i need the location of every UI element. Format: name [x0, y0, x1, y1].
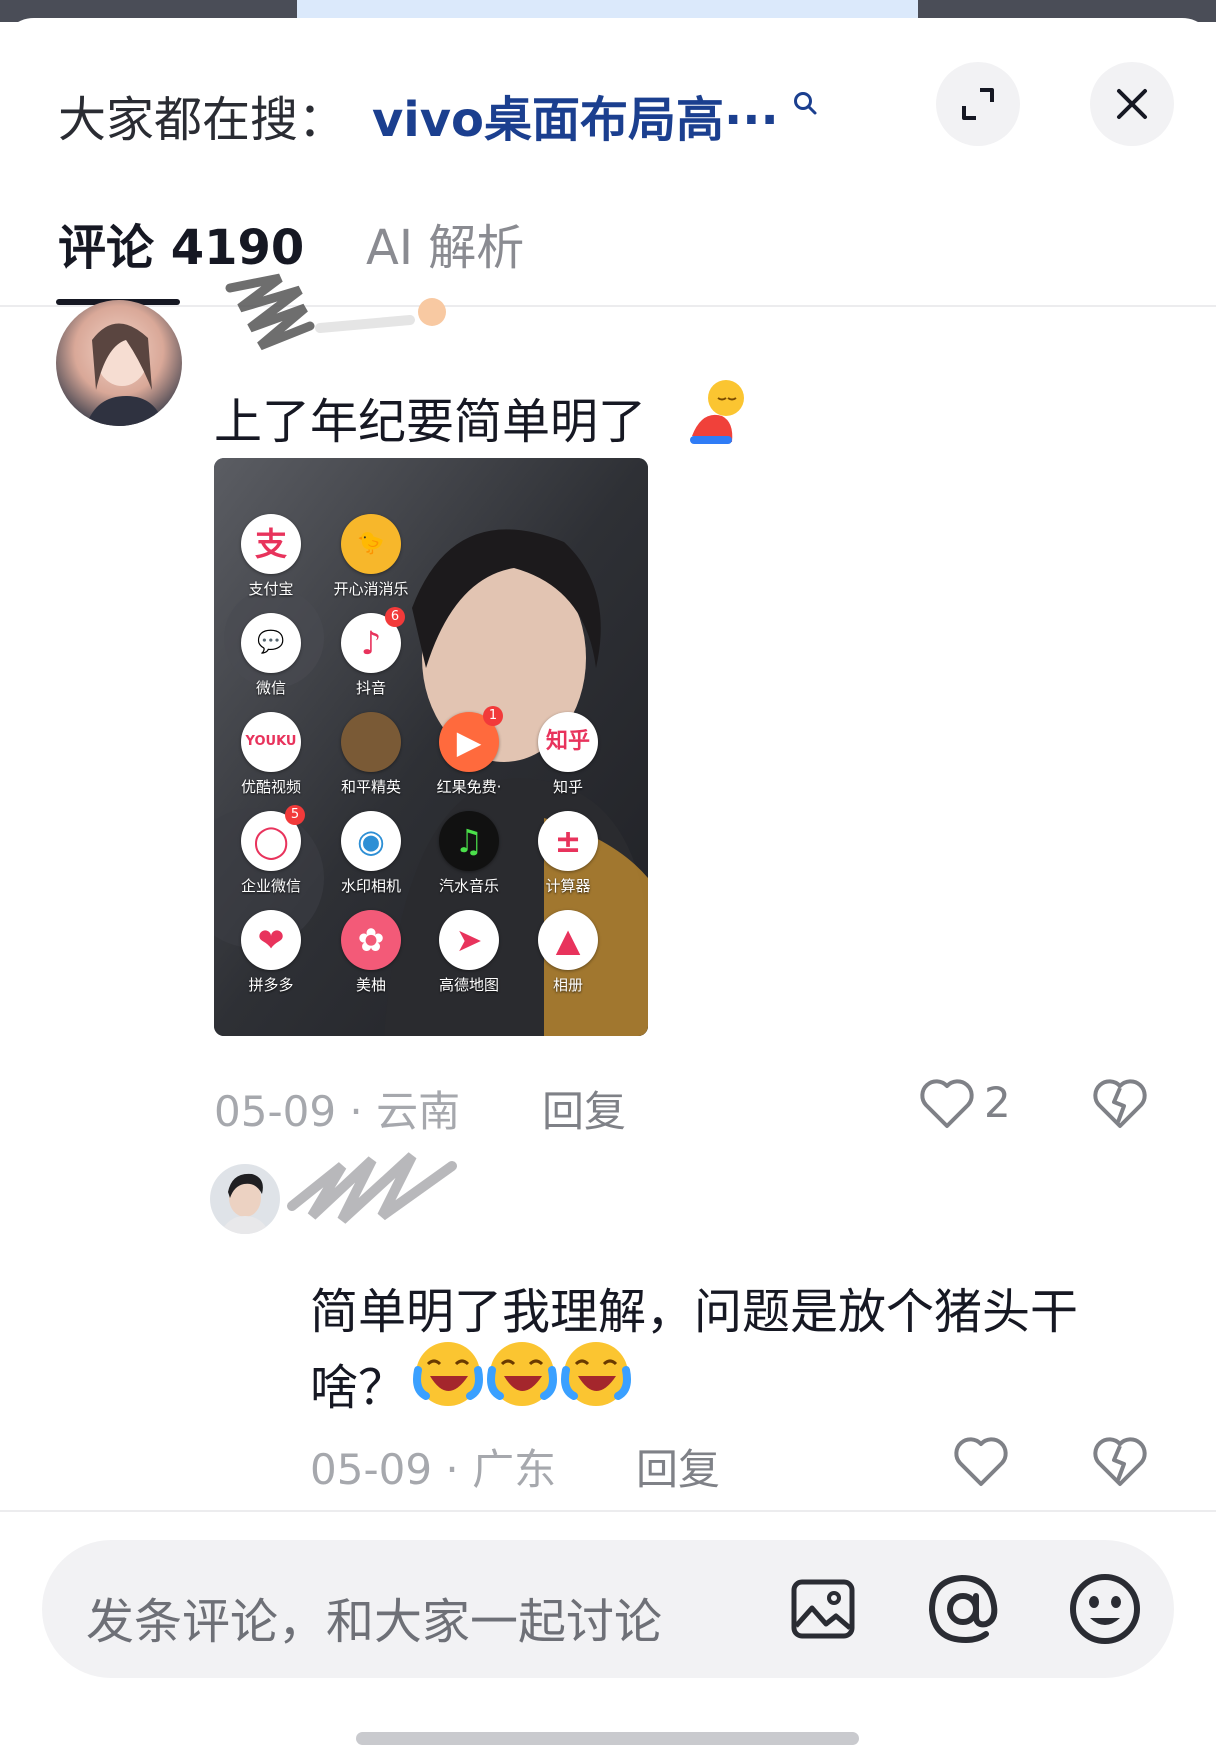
- app-label: 企业微信: [240, 877, 301, 895]
- home-indicator[interactable]: [356, 1732, 859, 1745]
- app-glyph-icon: ✿: [341, 910, 401, 970]
- redacted-username: [287, 1152, 457, 1224]
- reply-button[interactable]: 回复: [636, 1436, 720, 1497]
- app-glyph-icon: ♪ 6: [341, 607, 405, 673]
- comment-date-location: 05-09 · 云南: [214, 1087, 461, 1136]
- app-label: 相册: [552, 976, 583, 994]
- app-label: 抖音: [355, 679, 386, 697]
- app-glyph-icon: ▶ 1: [439, 706, 503, 772]
- app-label: 知乎: [552, 778, 583, 796]
- app-glyph-icon: 💬: [241, 613, 301, 673]
- app-label: 微信: [255, 679, 286, 697]
- emoji-icon[interactable]: [1068, 1572, 1142, 1646]
- like-heart-icon[interactable]: [918, 1076, 976, 1130]
- avatar[interactable]: [210, 1164, 280, 1234]
- app-label: 和平精英: [340, 778, 401, 796]
- app-icon: ❤ 拼多多: [226, 910, 316, 995]
- app-icon: 支支付宝: [226, 514, 316, 599]
- app-icon: 🐤 开心消消乐: [326, 514, 416, 599]
- app-glyph-icon: ▲: [538, 910, 598, 970]
- app-icon: ▲ 相册: [523, 910, 613, 995]
- app-icon: ✿ 美柚: [326, 910, 416, 995]
- app-glyph-icon: [341, 712, 401, 772]
- app-icon: ◯ 5 企业微信: [226, 805, 316, 896]
- tab-divider: [0, 305, 1216, 307]
- reply-button[interactable]: 回复: [542, 1078, 626, 1139]
- expand-icon: [962, 88, 994, 120]
- at-icon[interactable]: [926, 1572, 1000, 1646]
- app-icon: ◉ 水印相机: [326, 811, 416, 896]
- app-glyph-icon: 🐤: [341, 514, 401, 574]
- app-icon: ♪ 6 抖音: [326, 607, 416, 698]
- comment-text-line-2: 啥？: [310, 1360, 407, 1416]
- close-icon: [1117, 89, 1147, 119]
- notification-badge: 6: [385, 607, 405, 627]
- image-icon[interactable]: [790, 1578, 856, 1640]
- app-icon: YOUKU 优酷视频: [226, 712, 316, 797]
- avatar[interactable]: [56, 300, 182, 426]
- exhausted-emoji-icon: [690, 380, 744, 444]
- app-icon: ➤ 高德地图: [424, 910, 514, 995]
- like-heart-icon[interactable]: [952, 1434, 1010, 1488]
- app-glyph-icon: ±: [538, 811, 598, 871]
- app-glyph-icon: ◯ 5: [241, 805, 305, 871]
- app-glyph-icon: 知乎: [538, 712, 598, 772]
- expand-button[interactable]: [936, 62, 1020, 146]
- app-label: 开心消消乐: [333, 580, 409, 598]
- app-icon: 💬 微信: [226, 613, 316, 698]
- app-icon: ♫ 汽水音乐: [424, 811, 514, 896]
- app-label: 计算器: [545, 877, 591, 895]
- notification-badge: 1: [483, 706, 503, 726]
- comment-image[interactable]: 支支付宝 🐤 开心消消乐 💬 微信 ♪ 6 抖音 YOUKU 优酷视频 和平精英 ▶ 1 红果免费· 知乎知…: [214, 458, 648, 1036]
- app-label: 美柚: [355, 976, 386, 994]
- comment-sheet: 大家都在搜： vivo桌面布局高··· 评论 4190 AI 解析 上了年纪要简…: [0, 18, 1216, 1752]
- search-query-link[interactable]: vivo桌面布局高···: [372, 80, 779, 150]
- comment-input-placeholder[interactable]: 发条评论，和大家一起讨论: [86, 1582, 662, 1652]
- app-glyph-icon: ❤: [241, 910, 301, 970]
- comment-text: 上了年纪要简单明了: [214, 394, 647, 450]
- app-glyph-icon: YOUKU: [241, 712, 301, 772]
- app-icon-grid: 支支付宝 🐤 开心消消乐 💬 微信 ♪ 6 抖音 YOUKU 优酷视频 和平精英 ▶ 1 红果免费· 知乎知…: [214, 458, 648, 1036]
- app-label: 优酷视频: [240, 778, 301, 796]
- app-icon: ▶ 1 红果免费·: [424, 706, 514, 797]
- app-label: 拼多多: [248, 976, 294, 994]
- app-label: 水印相机: [340, 877, 401, 895]
- search-icon[interactable]: [792, 90, 818, 116]
- like-count: 2: [984, 1078, 1011, 1127]
- close-button[interactable]: [1090, 62, 1174, 146]
- input-divider: [0, 1510, 1216, 1512]
- app-glyph-icon: ➤: [439, 910, 499, 970]
- search-prefix: 大家都在搜：: [58, 92, 347, 148]
- app-icon: ± 计算器: [523, 811, 613, 896]
- dislike-heart-icon[interactable]: [1092, 1434, 1148, 1488]
- laughing-crying-emoji-icon: [413, 1336, 638, 1410]
- app-label: 支付宝: [248, 580, 294, 598]
- dislike-heart-icon[interactable]: [1092, 1076, 1148, 1130]
- app-label: 汽水音乐: [438, 877, 499, 895]
- notification-badge: 5: [285, 805, 305, 825]
- app-label: 高德地图: [438, 976, 499, 994]
- comment-date-location: 05-09 · 广东: [310, 1445, 557, 1494]
- app-label: 红果免费·: [436, 778, 502, 796]
- app-icon: 知乎 知乎: [523, 712, 613, 797]
- redacted-username: [225, 273, 446, 351]
- app-glyph-icon: ♫: [439, 811, 499, 871]
- app-glyph-icon: 支: [241, 514, 301, 574]
- app-icon: 和平精英: [326, 712, 416, 797]
- comment-text-line-1: 简单明了我理解，问题是放个猪头干: [310, 1284, 1079, 1340]
- app-glyph-icon: ◉: [341, 811, 401, 871]
